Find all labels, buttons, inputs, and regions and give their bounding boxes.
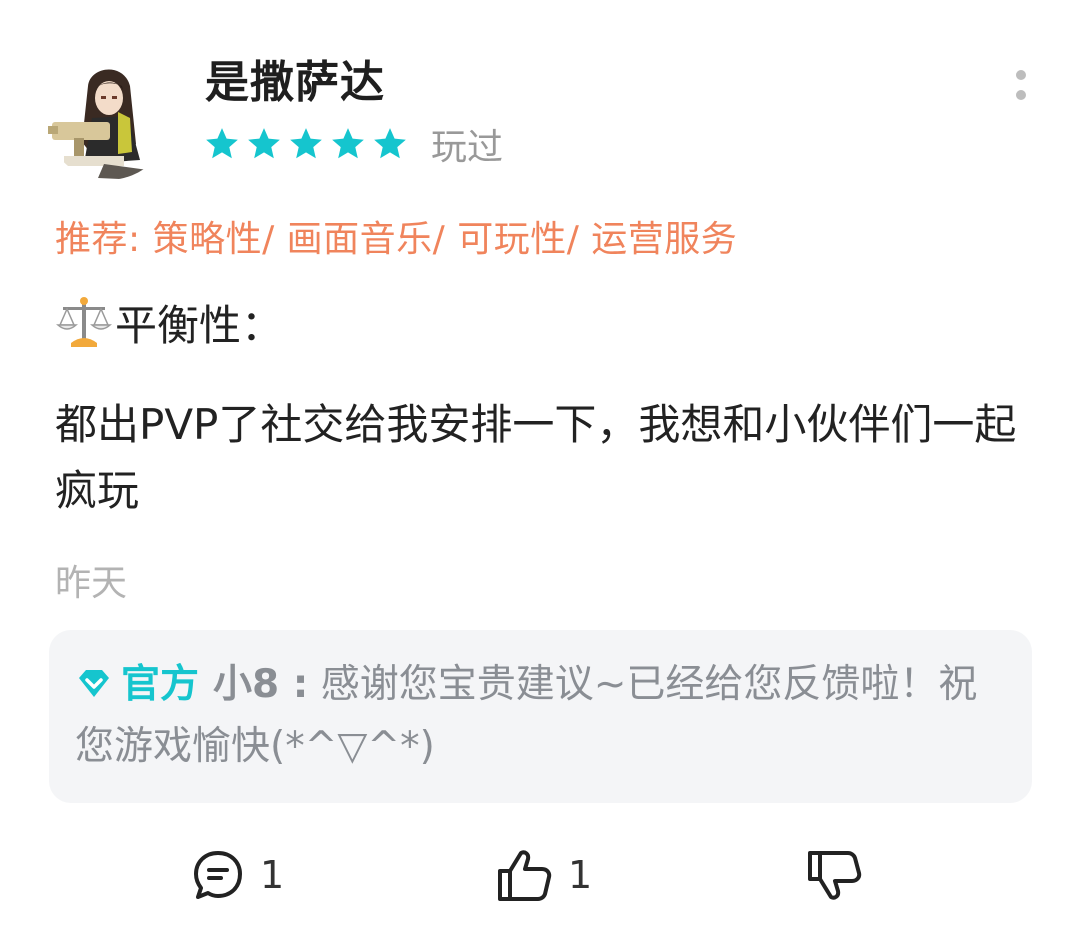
more-options-icon[interactable] [1004, 66, 1038, 106]
like-button[interactable]: 1 [494, 840, 592, 910]
balance-heading: 平衡性： [55, 292, 283, 352]
official-label: 官方 [121, 662, 200, 707]
official-diamond-icon [79, 670, 109, 697]
play-status: 玩过 [431, 127, 504, 168]
action-bar: 1 1 [0, 840, 1079, 910]
avatar-illustration [44, 52, 172, 180]
star-icon [248, 128, 280, 159]
like-count: 1 [568, 853, 593, 897]
star-icon [332, 128, 364, 159]
comment-count: 1 [260, 853, 285, 897]
dislike-button[interactable] [804, 840, 864, 910]
official-name: 小8 : [213, 662, 309, 707]
star-icon [290, 128, 322, 159]
review-time: 昨天 [55, 563, 128, 604]
balance-scale-icon [56, 297, 112, 347]
star-rating [203, 125, 409, 163]
official-reply-text: 感谢您宝贵建议~已经给您反馈啦！祝您游戏愉快(*^▽^*) [75, 662, 978, 769]
rating-row: 玩过 [203, 120, 503, 168]
comment-icon [194, 851, 242, 899]
username[interactable]: 是撒萨达 [205, 46, 385, 110]
star-icon [206, 128, 238, 159]
thumbs-down-icon [808, 851, 862, 900]
star-icon [374, 128, 406, 159]
user-avatar[interactable] [44, 52, 172, 180]
official-reply[interactable]: 官方 小8 : 感谢您宝贵建议~已经给您反馈啦！祝您游戏愉快(*^▽^*) [49, 630, 1032, 803]
review-text: 都出PVP了社交给我安排一下，我想和小伙伴们一起疯玩 [55, 400, 1017, 515]
thumbs-up-icon [498, 850, 552, 901]
recommend-tags: 推荐: 策略性/ 画面音乐/ 可玩性/ 运营服务 [55, 219, 738, 260]
comment-button[interactable]: 1 [190, 840, 284, 910]
balance-label: 平衡性： [115, 300, 284, 350]
